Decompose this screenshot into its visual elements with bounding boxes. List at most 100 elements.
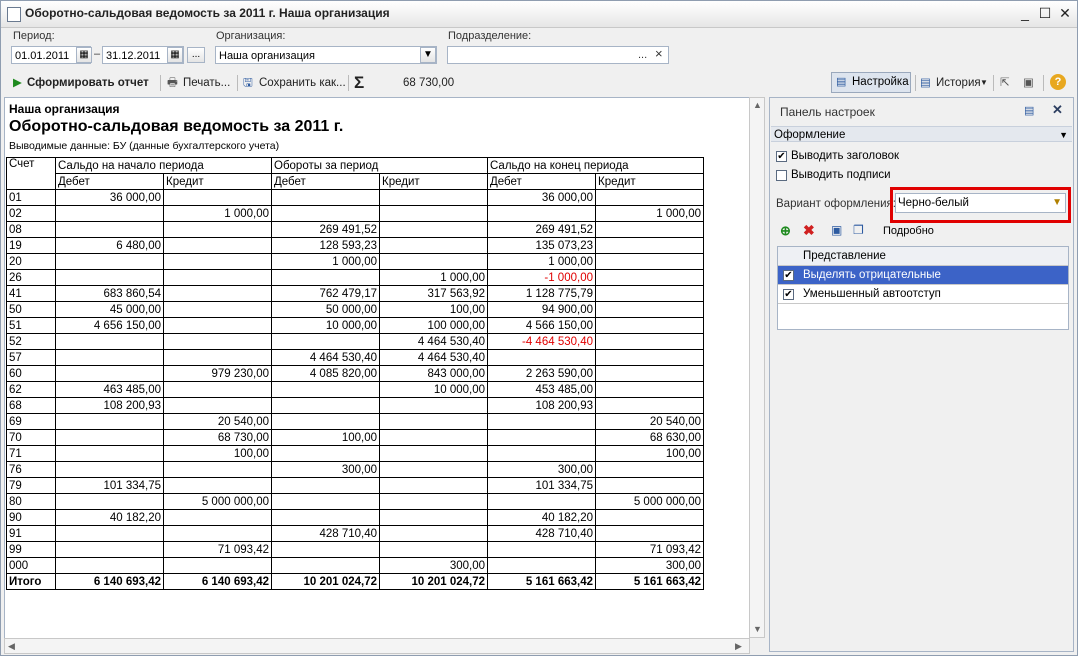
details-button[interactable]: Подробно — [883, 225, 934, 237]
cell-closing-debit — [487, 493, 596, 510]
scroll-left-icon[interactable]: ◀ — [8, 641, 15, 652]
variant-label: Вариант оформления: — [776, 198, 896, 210]
table-row: 62 463 485,00 10 000,00 453 485,00 — [6, 381, 704, 398]
table-row: 20 1 000,00 1 000,00 — [6, 253, 704, 270]
cell-account: 50 — [6, 301, 56, 318]
table-row: 26 1 000,00 -1 000,00 — [6, 269, 704, 286]
table-row: 71 100,00 100,00 — [6, 445, 704, 462]
cell-account: 20 — [6, 253, 56, 270]
cell-opening-debit: 36 000,00 — [55, 189, 164, 206]
section-header[interactable]: Оформление ▼ — [771, 126, 1072, 142]
show-header-checkbox[interactable]: ✔ — [776, 151, 787, 162]
delete-icon[interactable]: ✖ — [803, 222, 815, 239]
cell-closing-credit — [595, 349, 704, 366]
cell-opening-debit — [55, 557, 164, 574]
layout-icon[interactable]: ▣ — [1023, 73, 1034, 93]
clear-icon[interactable]: × — [655, 46, 663, 61]
settings-icon: ▤ — [836, 76, 847, 88]
cell-opening-credit — [163, 317, 272, 334]
sum-value: 68 730,00 — [403, 77, 455, 89]
copy-icon[interactable]: ❐ — [853, 223, 864, 237]
document-icon — [7, 7, 21, 22]
period-label: Период: — [13, 30, 55, 42]
cell-closing-credit — [595, 221, 704, 238]
print-button[interactable]: Печать... — [183, 73, 230, 93]
cell-turnover-credit — [379, 429, 488, 446]
cell-turnover-credit: 317 563,92 — [379, 285, 488, 302]
chevron-down-icon[interactable]: ▼ — [980, 73, 988, 93]
scroll-down-icon[interactable]: ▼ — [753, 624, 762, 634]
cell-closing-debit: 36 000,00 — [487, 189, 596, 206]
vertical-scrollbar[interactable]: ▲ ▼ — [749, 97, 765, 638]
title-bar: Оборотно-сальдовая ведомость за 2011 г. … — [1, 1, 1077, 28]
report-organization: Наша организация — [9, 102, 120, 116]
period-select-button[interactable]: ... — [187, 47, 205, 63]
settings-button[interactable]: ▤ Настройка — [831, 72, 911, 93]
report-sheet[interactable]: Наша организация Оборотно-сальдовая ведо… — [4, 97, 750, 640]
cell-account: 02 — [6, 205, 56, 222]
cell-account: 51 — [6, 317, 56, 334]
list-item[interactable]: ✔ Уменьшенный автоотступ — [778, 285, 1068, 304]
variant-select[interactable]: Черно-белый ▼ — [895, 193, 1066, 213]
cell-turnover-credit: 100 000,00 — [379, 317, 488, 334]
scroll-right-icon[interactable]: ▶ — [735, 641, 742, 652]
department-select-button[interactable]: ... — [638, 49, 647, 61]
options-table[interactable]: Представление ✔ Выделять отрицательные ✔… — [777, 246, 1069, 330]
list-item[interactable]: ✔ Выделять отрицательные — [778, 266, 1068, 285]
show-signatures-checkbox[interactable] — [776, 170, 787, 181]
panel-settings-icon[interactable]: ▤ — [1024, 104, 1034, 117]
cell-turnover-debit — [271, 333, 380, 350]
cell-account: 41 — [6, 285, 56, 302]
variant-highlight-frame: Черно-белый ▼ — [890, 187, 1071, 223]
cell-opening-debit — [55, 493, 164, 510]
table-row: 52 4 464 530,40 -4 464 530,40 — [6, 333, 704, 350]
settings-label: Настройка — [852, 76, 909, 88]
cell-closing-credit: 1 000,00 — [595, 205, 704, 222]
close-button[interactable]: ✕ — [1055, 3, 1075, 23]
option-checkbox[interactable]: ✔ — [783, 270, 794, 281]
cell-turnover-credit — [379, 221, 488, 238]
cell-account: 08 — [6, 221, 56, 238]
chevron-down-icon[interactable]: ▼ — [420, 47, 436, 63]
header-opening: Сальдо на начало периода — [55, 157, 272, 174]
export-icon[interactable]: ⇱ — [1000, 73, 1010, 93]
option-checkbox[interactable]: ✔ — [783, 289, 794, 300]
cell-closing-debit: 135 073,23 — [487, 237, 596, 254]
cell-closing-credit — [595, 381, 704, 398]
horizontal-scrollbar[interactable]: ◀ ▶ — [4, 638, 750, 654]
cell-closing-credit — [595, 269, 704, 286]
help-button[interactable]: ? — [1050, 74, 1066, 90]
panel-title: Панель настроек — [780, 105, 875, 119]
show-signatures-label: Выводить подписи — [791, 169, 891, 181]
calendar-icon[interactable]: ▦ — [76, 47, 92, 63]
history-button[interactable]: История — [936, 73, 981, 93]
cell-opening-debit: 108 200,93 — [55, 397, 164, 414]
save-as-button[interactable]: Сохранить как... — [259, 73, 346, 93]
cell-opening-debit — [55, 365, 164, 382]
scroll-up-icon[interactable]: ▲ — [753, 100, 762, 110]
sigma-icon: Σ — [354, 73, 365, 92]
cell-closing-debit — [487, 445, 596, 462]
minimize-button[interactable]: _ — [1015, 3, 1035, 23]
report-window: Оборотно-сальдовая ведомость за 2011 г. … — [0, 0, 1078, 656]
check-all-icon[interactable]: ▣ — [831, 223, 842, 237]
cell-opening-credit — [163, 269, 272, 286]
cell-opening-debit — [55, 205, 164, 222]
organization-field[interactable]: Наша организация — [215, 46, 437, 64]
cell-closing-credit — [595, 477, 704, 494]
generate-report-button[interactable]: Сформировать отчет — [27, 73, 149, 93]
calendar-icon[interactable]: ▦ — [167, 47, 183, 63]
cell-opening-credit: 68 730,00 — [163, 429, 272, 446]
cell-turnover-credit — [379, 413, 488, 430]
add-icon[interactable]: ⊕ — [780, 223, 791, 239]
chevron-down-icon[interactable]: ▼ — [1052, 197, 1062, 208]
options-table-header: Представление — [778, 247, 1068, 266]
maximize-button[interactable]: ☐ — [1035, 3, 1055, 23]
cell-closing-credit: 5 161 663,42 — [595, 573, 704, 590]
close-icon[interactable]: ✕ — [1052, 102, 1063, 118]
cell-turnover-debit — [271, 269, 380, 286]
chevron-down-icon[interactable]: ▼ — [1059, 127, 1068, 143]
department-field[interactable] — [447, 46, 669, 64]
cell-closing-credit — [595, 397, 704, 414]
cell-opening-debit — [55, 525, 164, 542]
